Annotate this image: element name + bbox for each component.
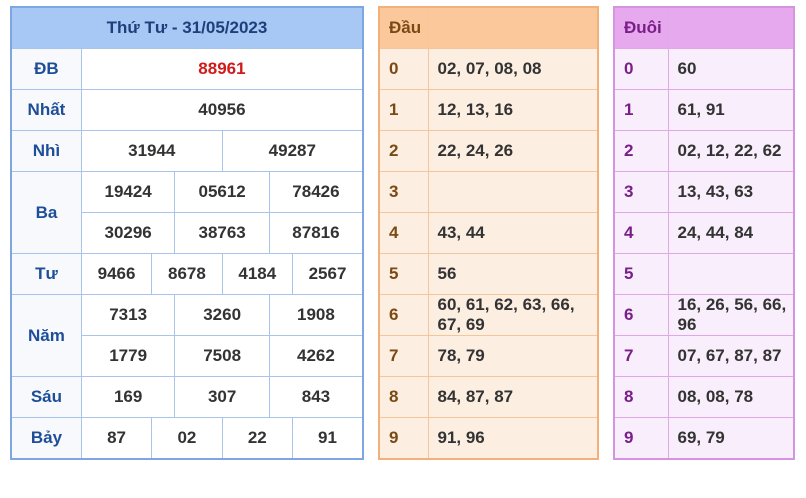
dau-values: 12, 13, 16 bbox=[427, 89, 599, 131]
prize-number: 87 bbox=[80, 417, 153, 460]
duoi-values: 02, 12, 22, 62 bbox=[667, 130, 795, 172]
prize-number: 4184 bbox=[221, 253, 294, 295]
duoi-values: 61, 91 bbox=[667, 89, 795, 131]
duoi-key: 8 bbox=[613, 376, 669, 418]
dau-key: 3 bbox=[378, 171, 429, 213]
duoi-header-blank bbox=[667, 6, 795, 49]
prize-label-ba: Ba bbox=[10, 171, 82, 254]
prize-number: 169 bbox=[80, 376, 176, 418]
duoi-header: Đuôi bbox=[613, 6, 669, 49]
prize-number: 05612 bbox=[174, 171, 270, 213]
prize-label-nhat: Nhất bbox=[10, 89, 82, 131]
duoi-values bbox=[667, 253, 795, 295]
prize-number: 1908 bbox=[268, 294, 364, 336]
duoi-values: 16, 26, 56, 66, 96 bbox=[667, 294, 795, 336]
dau-values: 91, 96 bbox=[427, 417, 599, 460]
prize-number: 3260 bbox=[174, 294, 270, 336]
dau-header: Đầu bbox=[378, 6, 429, 49]
prize-label-tu: Tư bbox=[10, 253, 82, 295]
dau-header-blank bbox=[427, 6, 599, 49]
prize-number: 7508 bbox=[174, 335, 270, 377]
prize-number: 87816 bbox=[268, 212, 364, 254]
duoi-key: 5 bbox=[613, 253, 669, 295]
duoi-values: 13, 43, 63 bbox=[667, 171, 795, 213]
prize-number: 02 bbox=[151, 417, 223, 460]
prize-label-nhi: Nhì bbox=[10, 130, 82, 172]
dau-values bbox=[427, 171, 599, 213]
dau-values: 43, 44 bbox=[427, 212, 599, 254]
duoi-key: 9 bbox=[613, 417, 669, 460]
dau-key: 2 bbox=[378, 130, 429, 172]
dau-values: 02, 07, 08, 08 bbox=[427, 48, 599, 90]
duoi-key: 6 bbox=[613, 294, 669, 336]
dau-key: 5 bbox=[378, 253, 429, 295]
duoi-key: 0 bbox=[613, 48, 669, 90]
prize-number: 19424 bbox=[80, 171, 176, 213]
duoi-values: 24, 44, 84 bbox=[667, 212, 795, 254]
prize-number: 40956 bbox=[80, 89, 364, 131]
prize-number: 78426 bbox=[268, 171, 364, 213]
prize-number: 88961 bbox=[80, 48, 364, 90]
dau-values: 56 bbox=[427, 253, 599, 295]
prize-number: 843 bbox=[268, 376, 364, 418]
prize-number: 307 bbox=[174, 376, 270, 418]
dau-values: 78, 79 bbox=[427, 335, 599, 377]
prize-number: 4262 bbox=[268, 335, 364, 377]
prize-number: 22 bbox=[221, 417, 294, 460]
duoi-key: 1 bbox=[613, 89, 669, 131]
prize-number: 2567 bbox=[292, 253, 364, 295]
dau-key: 4 bbox=[378, 212, 429, 254]
duoi-values: 69, 79 bbox=[667, 417, 795, 460]
prize-label-nam: Năm bbox=[10, 294, 82, 377]
prize-number: 91 bbox=[292, 417, 364, 460]
prize-label-bay: Bảy bbox=[10, 417, 82, 460]
dau-values: 22, 24, 26 bbox=[427, 130, 599, 172]
dau-key: 8 bbox=[378, 376, 429, 418]
prize-label-sau: Sáu bbox=[10, 376, 82, 418]
results-table: Thứ Tư - 31/05/2023 ĐB 88961 Nhất 40956 … bbox=[10, 6, 364, 460]
duoi-values: 08, 08, 78 bbox=[667, 376, 795, 418]
prize-label-db: ĐB bbox=[10, 48, 82, 90]
prize-number: 31944 bbox=[80, 130, 223, 172]
dau-key: 1 bbox=[378, 89, 429, 131]
prize-number: 38763 bbox=[174, 212, 270, 254]
duoi-key: 3 bbox=[613, 171, 669, 213]
prize-number: 1779 bbox=[80, 335, 176, 377]
dau-key: 6 bbox=[378, 294, 429, 336]
results-title: Thứ Tư - 31/05/2023 bbox=[10, 6, 364, 49]
duoi-key: 2 bbox=[613, 130, 669, 172]
dau-table: Đầu 0 02, 07, 08, 08 1 12, 13, 16 2 22, 24,… bbox=[378, 6, 599, 460]
duoi-values: 07, 67, 87, 87 bbox=[667, 335, 795, 377]
dau-key: 0 bbox=[378, 48, 429, 90]
duoi-key: 4 bbox=[613, 212, 669, 254]
prize-number: 9466 bbox=[80, 253, 153, 295]
prize-number: 8678 bbox=[151, 253, 223, 295]
prize-number: 49287 bbox=[221, 130, 364, 172]
duoi-table: Đuôi 0 60 1 61, 91 2 02, 12, 22, 62 3 13, 43… bbox=[613, 6, 795, 460]
dau-key: 9 bbox=[378, 417, 429, 460]
dau-key: 7 bbox=[378, 335, 429, 377]
prize-number: 7313 bbox=[80, 294, 176, 336]
dau-values: 84, 87, 87 bbox=[427, 376, 599, 418]
dau-values: 60, 61, 62, 63, 66, 67, 69 bbox=[427, 294, 599, 336]
duoi-values: 60 bbox=[667, 48, 795, 90]
duoi-key: 7 bbox=[613, 335, 669, 377]
prize-number: 30296 bbox=[80, 212, 176, 254]
